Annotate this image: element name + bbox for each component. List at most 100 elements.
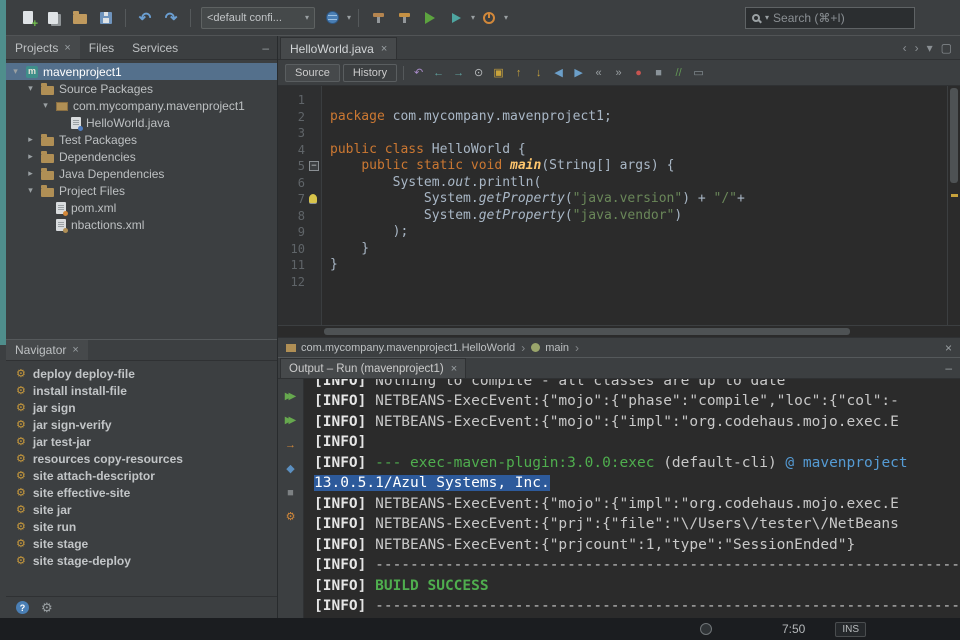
navigator-item[interactable]: ⚙ install install-file <box>6 382 277 399</box>
maximize-window-icon[interactable]: ▢ <box>941 41 952 55</box>
navigator-settings-icon[interactable]: ⚙ <box>41 600 53 616</box>
output-console[interactable]: [INFO] Nothing to compile - all classes … <box>304 379 960 618</box>
minimize-panel-icon[interactable]: – <box>262 41 269 55</box>
scrollbar-thumb[interactable] <box>950 88 958 183</box>
navigator-item[interactable]: ⚙ site stage <box>6 535 277 552</box>
open-project-button[interactable] <box>68 6 92 30</box>
expander-icon[interactable]: ▾ <box>40 100 51 111</box>
scroll-tabs-left-icon[interactable]: ‹ <box>903 41 907 55</box>
run-config-dropdown[interactable]: <default confi... ▾ <box>201 6 315 29</box>
warning-stripe-mark[interactable] <box>951 194 958 197</box>
tree-row[interactable]: pom.xml <box>6 199 277 216</box>
expander-icon[interactable]: ▸ <box>25 134 36 145</box>
navigator-item[interactable]: ⚙ jar sign <box>6 399 277 416</box>
navigator-item[interactable]: ⚙ resources copy-resources <box>6 450 277 467</box>
rerun-icon[interactable]: ▶▶ <box>282 389 300 404</box>
close-icon[interactable]: × <box>72 344 78 356</box>
navigator-item[interactable]: ⚙ site attach-descriptor <box>6 467 277 484</box>
last-edit-location-icon[interactable]: ↶ <box>410 64 427 82</box>
shift-left-icon[interactable]: « <box>590 64 607 82</box>
expander-icon[interactable]: ▾ <box>25 185 36 196</box>
minimize-output-icon[interactable]: – <box>945 361 960 375</box>
find-selection-icon[interactable]: ⊙ <box>470 64 487 82</box>
expander-icon[interactable]: ▸ <box>25 168 36 179</box>
chevron-down-icon[interactable]: ▾ <box>504 13 508 22</box>
debug-project-button[interactable] <box>444 6 468 30</box>
output-settings-icon[interactable]: ⚙ <box>282 509 300 524</box>
tree-row[interactable]: HelloWorld.java <box>6 114 277 131</box>
stop-icon[interactable]: → <box>282 437 300 452</box>
uncomment-icon[interactable]: ▭ <box>690 64 707 82</box>
build-project-button[interactable] <box>366 6 390 30</box>
clean-build-project-button[interactable] <box>392 6 416 30</box>
breadcrumb-item[interactable]: com.mycompany.mavenproject1.HelloWorld <box>286 342 515 354</box>
tab-projects[interactable]: Projects × <box>6 36 80 59</box>
chevron-down-icon[interactable]: ▾ <box>347 13 351 22</box>
tree-row[interactable]: nbactions.xml <box>6 216 277 233</box>
close-icon[interactable]: × <box>64 42 70 54</box>
insert-mode-indicator[interactable]: INS <box>835 621 867 637</box>
previous-bookmark-icon[interactable]: ◀ <box>550 64 567 82</box>
tab-helloworld-java[interactable]: HelloWorld.java × <box>280 37 398 59</box>
search-input[interactable] <box>773 10 908 25</box>
tree-row[interactable]: ▸ Java Dependencies <box>6 165 277 182</box>
comment-icon[interactable]: // <box>670 64 687 82</box>
history-view-button[interactable]: History <box>342 63 398 82</box>
expander-icon[interactable]: ▸ <box>25 151 36 162</box>
editor-horizontal-scrollbar[interactable] <box>278 325 960 337</box>
code-editor[interactable]: package com.mycompany.mavenproject1; publ… <box>322 86 947 325</box>
profile-project-button[interactable] <box>477 6 501 30</box>
tab-navigator[interactable]: Navigator × <box>6 340 88 360</box>
hint-bulb-icon[interactable] <box>309 194 317 203</box>
editor-vertical-scrollbar[interactable] <box>947 86 960 325</box>
run-project-button[interactable] <box>418 6 442 30</box>
undo-button[interactable]: ↶ <box>133 6 157 30</box>
tree-row[interactable]: ▾ Source Packages <box>6 80 277 97</box>
navigator-item[interactable]: ⚙ deploy deploy-file <box>6 365 277 382</box>
tree-row[interactable]: ▸ Dependencies <box>6 148 277 165</box>
chevron-down-icon[interactable]: ▾ <box>471 13 475 22</box>
tree-row[interactable]: ▾ Project Files <box>6 182 277 199</box>
save-all-button[interactable] <box>94 6 118 30</box>
scroll-tabs-right-icon[interactable]: › <box>915 41 919 55</box>
tab-files[interactable]: Files <box>80 36 123 59</box>
new-file-button[interactable] <box>16 6 40 30</box>
tree-row[interactable]: ▾ com.mycompany.mavenproject1 <box>6 97 277 114</box>
fold-collapse-icon[interactable]: − <box>309 161 319 171</box>
new-project-button[interactable] <box>42 6 66 30</box>
tree-row[interactable]: ▸ Test Packages <box>6 131 277 148</box>
tree-row[interactable]: ▾ mavenproject1 <box>6 63 277 80</box>
navigator-item[interactable]: ⚙ jar test-jar <box>6 433 277 450</box>
navigator-item[interactable]: ⚙ site effective-site <box>6 484 277 501</box>
navigator-item[interactable]: ⚙ site stage-deploy <box>6 552 277 569</box>
expander-icon[interactable]: ▾ <box>25 83 36 94</box>
stop-build-icon[interactable]: ■ <box>282 485 300 500</box>
search-box[interactable]: ▾ <box>745 6 915 29</box>
breadcrumb-item[interactable]: main <box>531 342 569 354</box>
toggle-breakpoint-icon[interactable]: ● <box>630 64 647 82</box>
forward-icon[interactable]: → <box>450 64 467 82</box>
tab-services[interactable]: Services <box>123 36 187 59</box>
run-config-icon[interactable]: ◆ <box>282 461 300 476</box>
previous-occurrence-icon[interactable]: ↑ <box>510 64 527 82</box>
back-icon[interactable]: ← <box>430 64 447 82</box>
close-icon[interactable]: × <box>381 43 387 55</box>
navigator-item[interactable]: ⚙ site run <box>6 518 277 535</box>
next-occurrence-icon[interactable]: ↓ <box>530 64 547 82</box>
navigator-item[interactable]: ⚙ site jar <box>6 501 277 518</box>
clock-icon[interactable] <box>700 623 712 635</box>
help-icon[interactable]: ? <box>16 601 29 614</box>
scrollbar-thumb[interactable] <box>324 328 850 335</box>
editor-gutter[interactable]: 1 2 3 4 5 6 7 8 9 10 11 12 − <box>278 86 322 325</box>
tab-list-dropdown-icon[interactable]: ▾ <box>927 41 933 55</box>
expander-icon[interactable]: ▾ <box>10 66 21 77</box>
rerun-with-parameters-icon[interactable]: ▶▶ <box>282 413 300 428</box>
navigator-item[interactable]: ⚙ jar sign-verify <box>6 416 277 433</box>
source-view-button[interactable]: Source <box>285 63 340 82</box>
close-icon[interactable]: × <box>451 363 457 375</box>
next-bookmark-icon[interactable]: ▶ <box>570 64 587 82</box>
redo-button[interactable]: ↷ <box>159 6 183 30</box>
close-icon[interactable]: × <box>945 341 952 355</box>
stop-macro-icon[interactable]: ■ <box>650 64 667 82</box>
tab-output-run[interactable]: Output – Run (mavenproject1) × <box>280 358 467 378</box>
